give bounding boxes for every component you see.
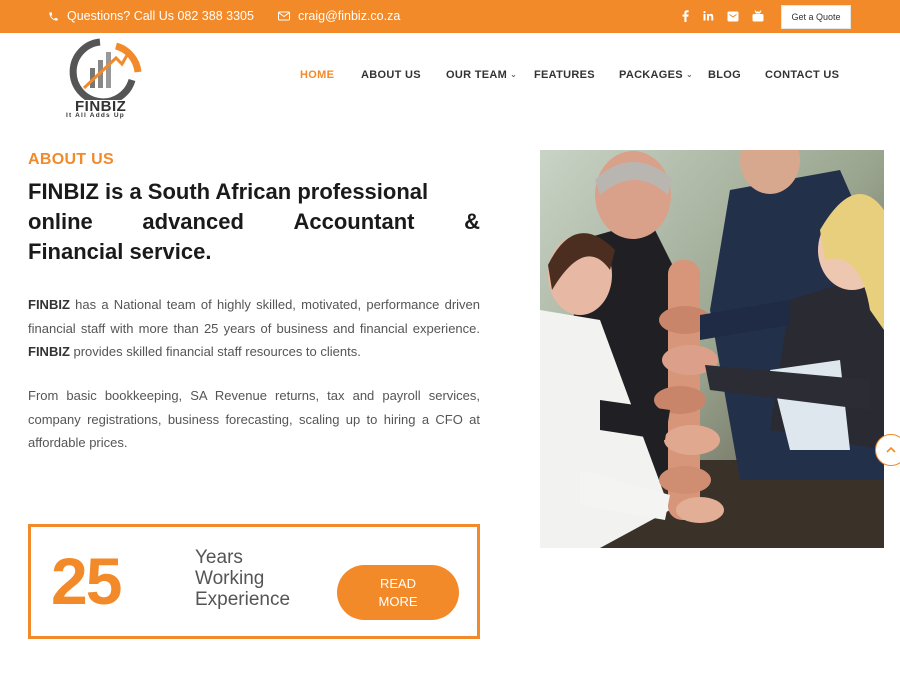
facebook-icon[interactable] — [682, 9, 689, 23]
team-photo — [540, 150, 884, 548]
about-headline: FINBIZ is a South African professional o… — [28, 177, 480, 267]
read-more-line: MORE — [378, 593, 418, 609]
top-bar: Questions? Call Us 082 388 3305 craig@fi… — [0, 0, 900, 33]
about-paragraph-1: FINBIZ has a National team of highly ski… — [28, 293, 480, 364]
headline-word: Accountant — [293, 209, 415, 234]
headline-word: advanced — [142, 209, 244, 234]
read-more-button[interactable]: READ MORE — [337, 565, 459, 620]
get-quote-button[interactable]: Get a Quote — [781, 5, 851, 29]
paragraph-text: provides skilled financial staff resourc… — [69, 344, 361, 359]
nav-home[interactable]: HOME — [300, 69, 334, 81]
headline-line-2: online advanced Accountant & — [28, 207, 480, 237]
brand-tagline: It All Adds Up — [66, 112, 125, 119]
phone-icon — [48, 11, 59, 22]
youtube-icon[interactable] — [752, 9, 764, 23]
experience-line: Years — [195, 547, 243, 568]
chevron-down-icon: ⌄ — [685, 70, 693, 79]
email-text: craig@finbiz.co.za — [298, 9, 401, 23]
nav-features[interactable]: FEATURES — [534, 69, 595, 81]
headline-word: online — [28, 209, 93, 234]
experience-number: 25 — [51, 544, 122, 618]
read-more-line: READ — [379, 575, 417, 591]
scroll-to-top-button[interactable] — [875, 434, 900, 466]
logo-mark-icon — [69, 38, 142, 106]
paragraph-text: has a National team of highly skilled, m… — [28, 297, 480, 336]
phone-contact[interactable]: Questions? Call Us 082 388 3305 — [48, 9, 254, 23]
nav-packages[interactable]: PACKAGES ⌄ — [619, 69, 693, 81]
nav-packages-label: PACKAGES — [619, 69, 683, 81]
envelope-icon — [278, 11, 290, 21]
experience-line: Working — [195, 568, 265, 589]
headline-line-1: FINBIZ is a South African professional — [28, 179, 429, 204]
social-links — [682, 9, 764, 23]
nav-our-team[interactable]: OUR TEAM ⌄ — [446, 69, 517, 81]
brand-mention: FINBIZ — [28, 344, 70, 359]
nav-our-team-label: OUR TEAM — [446, 69, 508, 81]
brand-mention: FINBIZ — [28, 297, 70, 312]
phone-text: Questions? Call Us 082 388 3305 — [67, 9, 254, 23]
section-label: ABOUT US — [28, 151, 114, 168]
chevron-up-icon — [886, 441, 896, 459]
nav-blog[interactable]: BLOG — [708, 69, 741, 81]
email-icon[interactable] — [727, 9, 739, 23]
experience-line: Experience — [195, 589, 291, 610]
linkedin-icon[interactable] — [702, 9, 714, 23]
nav-about-us[interactable]: ABOUT US — [361, 69, 421, 81]
experience-box: 25 Years Working Experience READ MORE — [28, 524, 480, 639]
about-paragraph-2: From basic bookkeeping, SA Revenue retur… — [28, 388, 480, 450]
experience-label: Years Working Experience — [195, 547, 290, 610]
headline-word: & — [464, 209, 480, 234]
nav-contact-us[interactable]: CONTACT US — [765, 69, 839, 81]
email-contact[interactable]: craig@finbiz.co.za — [278, 9, 400, 23]
headline-line-3: Financial service. — [28, 239, 212, 264]
chevron-down-icon: ⌄ — [510, 70, 518, 79]
